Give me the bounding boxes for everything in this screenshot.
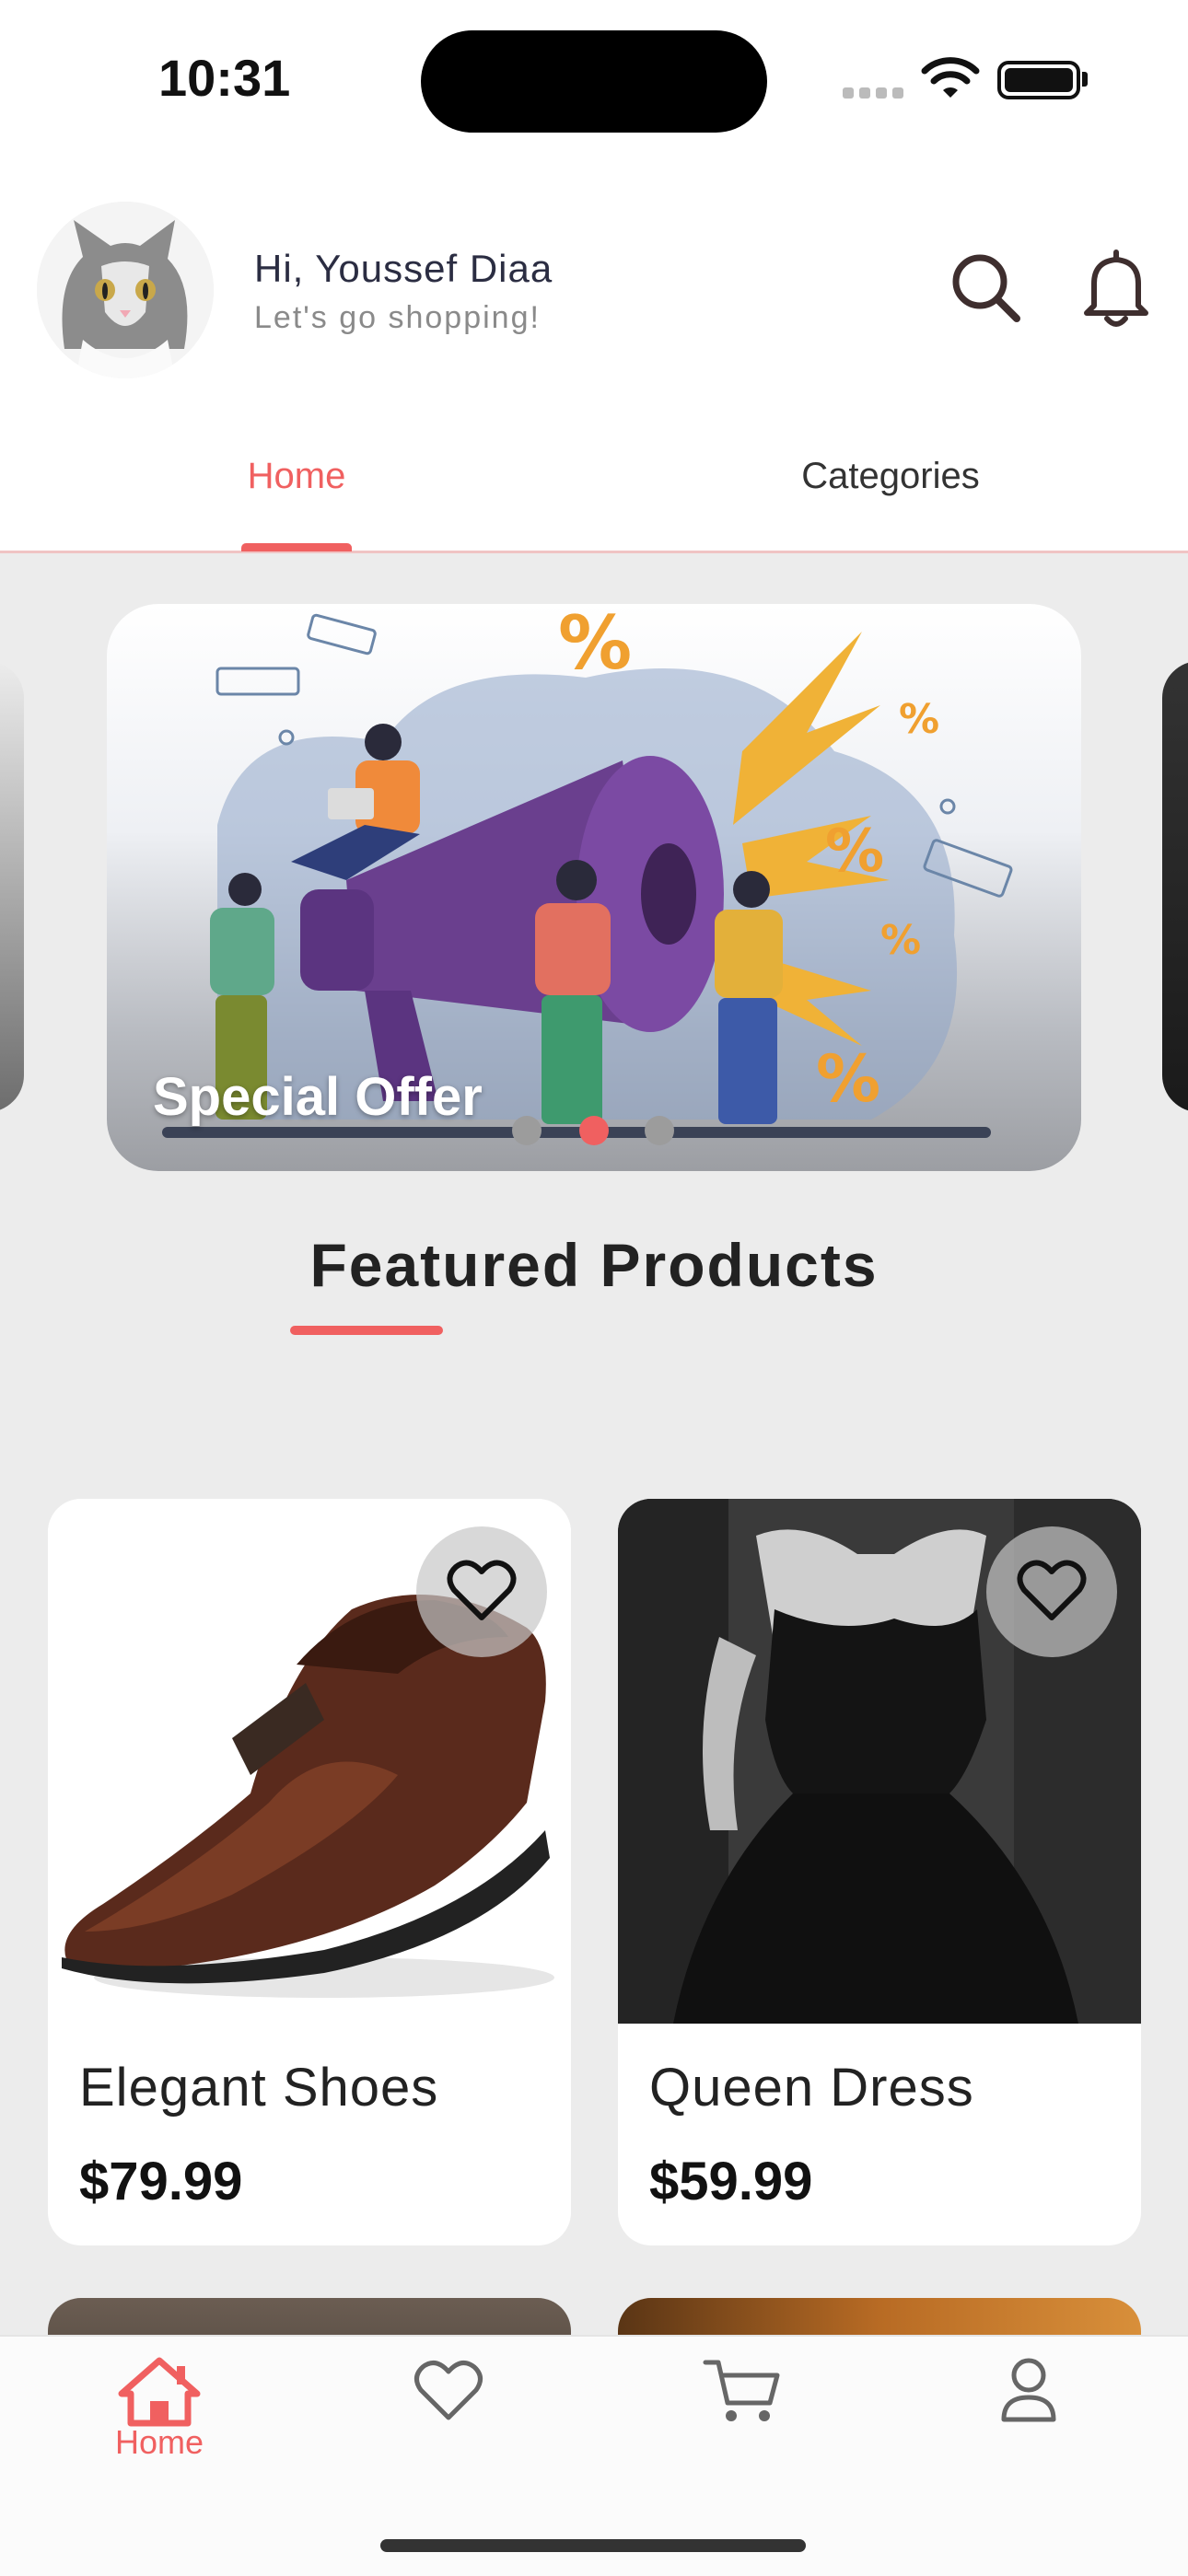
carousel-next-slide[interactable] [1162, 661, 1188, 1112]
search-button[interactable] [949, 250, 1024, 326]
signal-icon [843, 87, 909, 103]
svg-text:%: % [816, 1041, 880, 1117]
svg-text:%: % [558, 604, 632, 686]
nav-profile[interactable] [969, 2353, 1089, 2464]
home-icon [118, 2357, 201, 2427]
nav-home-label: Home [114, 2423, 204, 2461]
section-title: Featured Products [309, 1231, 879, 1299]
home-indicator [380, 2539, 806, 2552]
nav-cart[interactable] [678, 2353, 798, 2464]
product-card[interactable]: Elegant Shoes $79.99 [48, 1499, 571, 2245]
svg-text:%: % [899, 696, 939, 743]
carousel-prev-slide[interactable] [0, 661, 24, 1112]
heart-icon [1017, 1560, 1087, 1620]
product-name: Elegant Shoes [79, 2058, 439, 2118]
carousel-dot-active[interactable] [579, 1116, 609, 1145]
favorite-button[interactable] [986, 1526, 1117, 1657]
status-time: 10:31 [158, 49, 291, 107]
heart-icon [447, 1560, 517, 1620]
user-icon [1001, 2358, 1056, 2422]
section-title-underline [290, 1326, 443, 1335]
wifi-icon [921, 57, 980, 106]
product-card[interactable]: Queen Dress $59.99 [618, 1499, 1141, 2245]
tab-indicator [241, 543, 352, 551]
carousel-dot[interactable] [645, 1116, 674, 1145]
product-price: $59.99 [649, 2152, 813, 2211]
heart-icon [414, 2361, 483, 2420]
banner-title: Special Offer [153, 1067, 483, 1127]
nav-favorites[interactable] [389, 2353, 508, 2464]
product-price: $79.99 [79, 2152, 243, 2211]
tab-divider [0, 551, 1188, 553]
tab-home[interactable]: Home [184, 456, 409, 511]
product-name: Queen Dress [649, 2058, 974, 2118]
greeting-subtitle: Let's go shopping! [254, 300, 541, 335]
bell-icon [1084, 249, 1148, 327]
cart-icon [703, 2360, 780, 2421]
battery-tip [1082, 72, 1088, 87]
svg-text:%: % [825, 818, 884, 886]
battery-icon [997, 61, 1080, 99]
dynamic-island [421, 30, 767, 133]
avatar[interactable] [37, 202, 214, 378]
svg-text:%: % [880, 917, 921, 964]
notifications-button[interactable] [1079, 249, 1153, 328]
carousel-dot[interactable] [512, 1116, 542, 1145]
search-icon [952, 254, 1020, 322]
greeting-text: Hi, Youssef Diaa [254, 247, 553, 290]
favorite-button[interactable] [416, 1526, 547, 1657]
tab-categories[interactable]: Categories [755, 456, 1026, 511]
